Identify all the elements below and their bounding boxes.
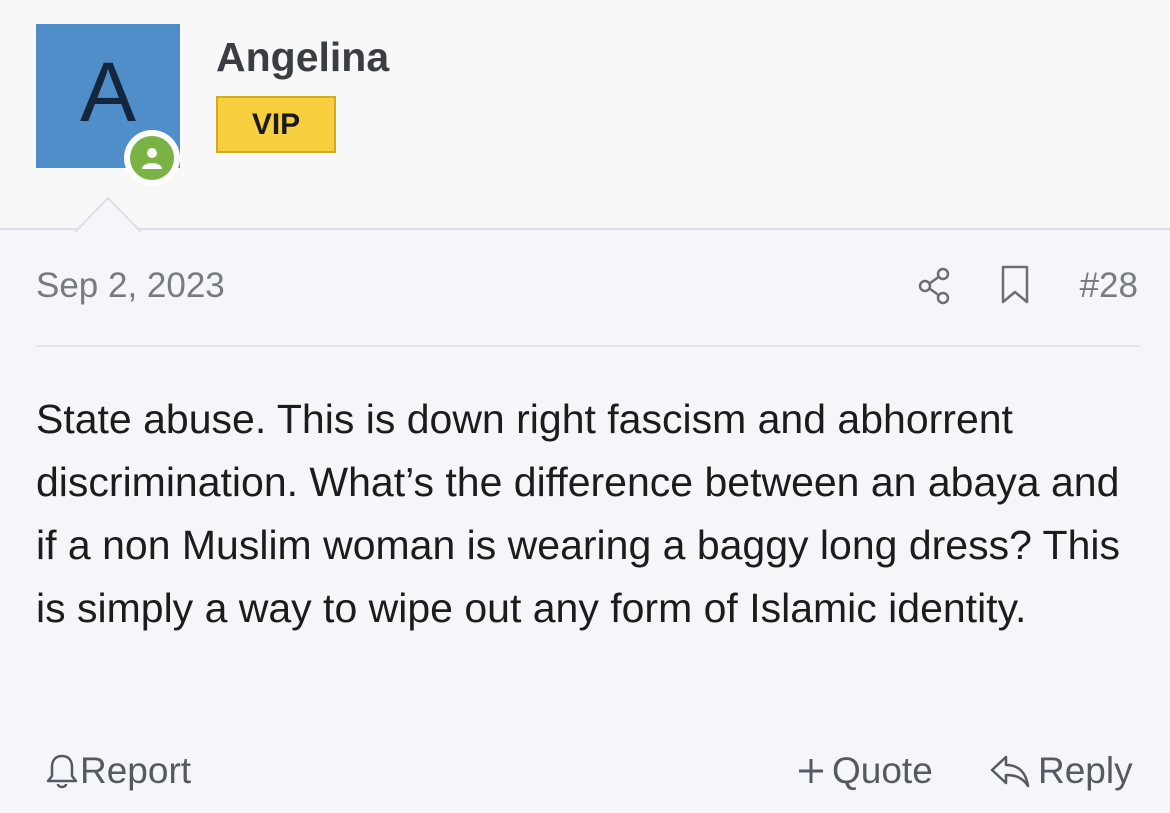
report-label: Report <box>80 750 192 791</box>
reply-button[interactable]: Reply <box>988 750 1133 792</box>
post-body: State abuse. This is down right fascism … <box>36 396 1120 631</box>
share-icon <box>918 267 950 305</box>
divider <box>36 345 1140 347</box>
plus-icon <box>799 759 823 783</box>
username[interactable]: Angelina <box>216 34 389 81</box>
post-number-link[interactable]: #28 <box>1080 266 1138 306</box>
bell-icon <box>46 754 78 789</box>
online-status-icon <box>124 130 180 186</box>
post-date[interactable]: Sep 2, 2023 <box>36 266 225 306</box>
reply-label: Reply <box>1038 750 1133 791</box>
quote-button[interactable]: Quote <box>796 750 933 792</box>
bookmark-button[interactable] <box>998 264 1032 306</box>
report-button[interactable]: Report <box>44 750 191 792</box>
reply-icon <box>990 755 1030 788</box>
avatar-letter: A <box>79 45 137 139</box>
vip-badge: VIP <box>216 96 336 153</box>
quote-label: Quote <box>832 750 933 791</box>
user-header: A Angelina VIP <box>0 0 1170 232</box>
share-button[interactable] <box>914 266 954 306</box>
bookmark-icon <box>1001 265 1029 304</box>
